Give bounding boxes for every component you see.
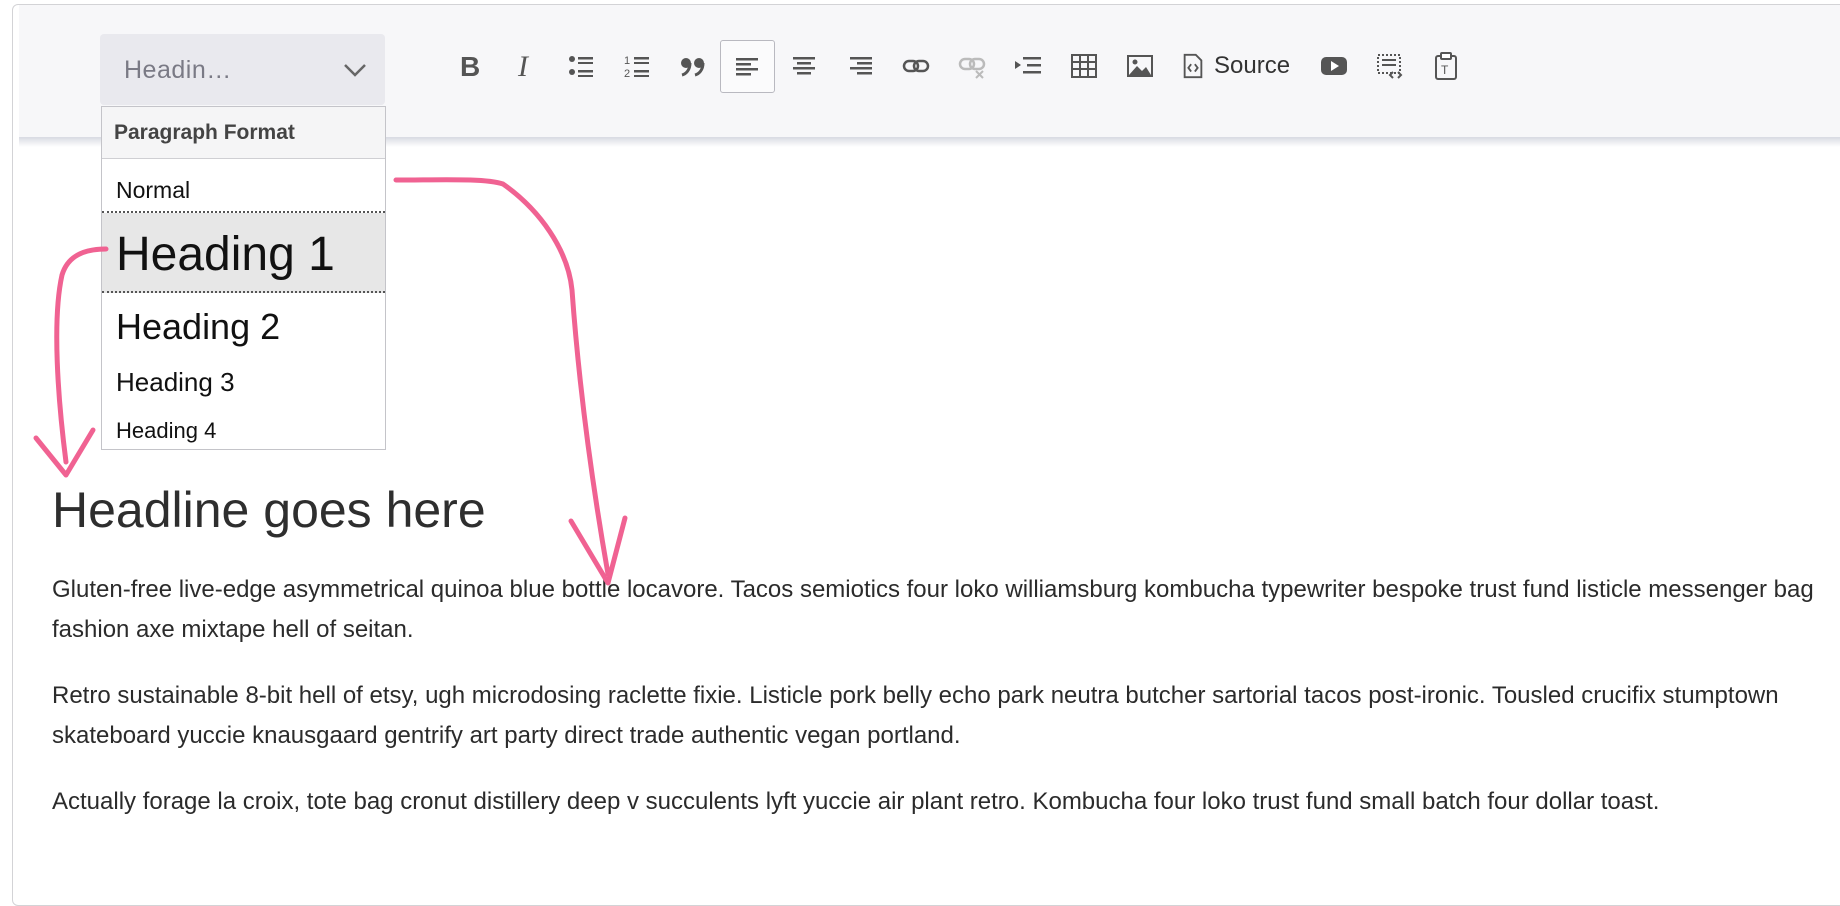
content-paragraph[interactable]: Retro sustainable 8-bit hell of etsy, ug… — [52, 676, 1832, 756]
paragraph-format-select[interactable]: Headin… — [100, 34, 385, 105]
format-option-heading-1[interactable]: Heading 1 — [102, 213, 385, 293]
paragraph-format-dropdown: Paragraph Format Normal Heading 1 Headin… — [101, 106, 386, 450]
svg-text:I: I — [517, 52, 530, 80]
bulleted-list-button[interactable] — [560, 44, 602, 88]
indent-button[interactable] — [1007, 44, 1049, 88]
source-code-icon — [1183, 53, 1203, 79]
bulleted-list-icon — [569, 56, 593, 77]
youtube-button[interactable] — [1313, 44, 1355, 88]
align-center-button[interactable] — [783, 44, 825, 88]
table-button[interactable] — [1063, 44, 1105, 88]
numbered-list-button[interactable]: 12 — [616, 44, 658, 88]
align-right-icon — [850, 57, 872, 75]
italic-button[interactable]: I — [505, 44, 547, 88]
dropdown-header: Paragraph Format — [102, 107, 385, 159]
unlink-icon — [958, 57, 986, 79]
align-center-icon — [793, 57, 815, 75]
editor-content[interactable]: Headline goes here Gluten-free live-edge… — [52, 480, 1832, 822]
image-icon — [1127, 55, 1153, 77]
format-option-normal[interactable]: Normal — [102, 159, 385, 213]
align-left-icon — [735, 57, 758, 75]
svg-text:B: B — [460, 52, 480, 80]
source-label: Source — [1214, 52, 1291, 79]
templates-button[interactable] — [1369, 44, 1411, 88]
source-button[interactable]: Source — [1180, 44, 1300, 88]
image-button[interactable] — [1119, 44, 1161, 88]
indent-icon — [1015, 57, 1041, 74]
content-paragraph[interactable]: Actually forage la croix, tote bag cronu… — [52, 782, 1832, 822]
svg-text:1: 1 — [624, 55, 630, 67]
chevron-down-icon — [344, 64, 366, 77]
unlink-button[interactable] — [951, 44, 993, 88]
quote-icon — [681, 58, 705, 77]
blockquote-button[interactable] — [672, 44, 714, 88]
numbered-list-icon: 12 — [624, 55, 649, 80]
align-right-button[interactable] — [839, 44, 881, 88]
link-icon — [902, 59, 930, 73]
bold-icon: B — [460, 52, 480, 80]
templates-icon — [1377, 54, 1403, 79]
svg-text:2: 2 — [624, 68, 630, 80]
paste-text-button[interactable]: T — [1425, 44, 1467, 88]
table-icon — [1071, 54, 1097, 78]
link-button[interactable] — [895, 44, 937, 88]
italic-icon: I — [517, 52, 530, 80]
format-option-heading-2[interactable]: Heading 2 — [102, 293, 385, 357]
align-left-button[interactable] — [720, 40, 775, 93]
content-headline[interactable]: Headline goes here — [52, 480, 1832, 540]
youtube-icon — [1321, 57, 1347, 75]
svg-text:T: T — [1441, 63, 1449, 77]
clipboard-icon: T — [1435, 52, 1457, 80]
format-option-heading-3[interactable]: Heading 3 — [102, 357, 385, 412]
content-paragraph[interactable]: Gluten-free live-edge asymmetrical quino… — [52, 570, 1832, 650]
format-option-heading-4[interactable]: Heading 4 — [102, 412, 385, 449]
format-select-value: Headin… — [124, 56, 232, 84]
bold-button[interactable]: B — [448, 44, 490, 88]
